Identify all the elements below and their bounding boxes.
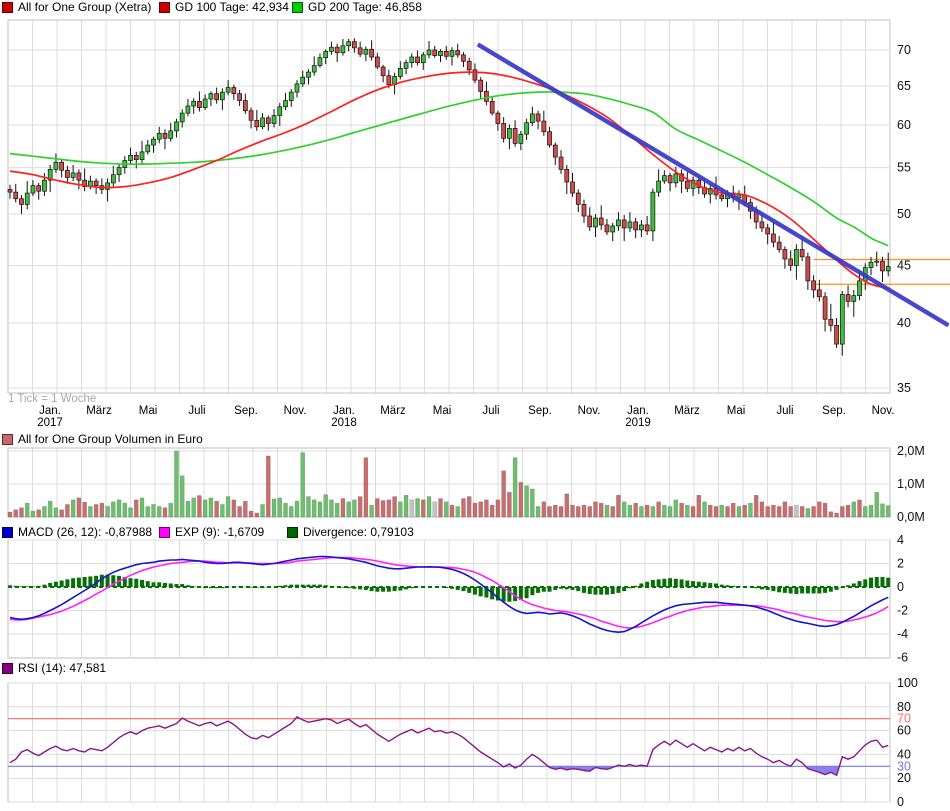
svg-text:Sep.: Sep. — [528, 405, 552, 417]
macd-axis-labels: 420-2-4-6 — [897, 533, 908, 665]
svg-text:Mai: Mai — [139, 405, 158, 417]
svg-text:40: 40 — [897, 316, 911, 330]
svg-text:Mai: Mai — [433, 405, 452, 417]
exp-label: EXP (9): -1,6709 — [175, 526, 264, 539]
price-series-swatch — [2, 2, 13, 13]
legend-item-macd: MACD (26, 12): -0,87988 — [2, 526, 152, 539]
svg-text:-4: -4 — [897, 627, 908, 641]
rsi-label: RSI (14): 47,581 — [18, 662, 106, 675]
divergence-label: Divergence: 0,79103 — [303, 526, 414, 539]
svg-text:2017: 2017 — [37, 417, 63, 429]
svg-text:0,0M: 0,0M — [897, 510, 925, 524]
legend-item-rsi: RSI (14): 47,581 — [2, 662, 106, 675]
svg-text:Sep.: Sep. — [234, 405, 258, 417]
svg-text:50: 50 — [897, 207, 911, 221]
svg-text:35: 35 — [897, 381, 911, 395]
chart-canvas: 70656055504540351 Tick = 1 WocheJan.2017… — [0, 0, 950, 811]
macd-swatch — [2, 527, 13, 538]
volume-axis-labels: 2,0M1,0M0,0M — [897, 444, 925, 524]
x-axis-labels: Jan.2017MärzMaiJuliSep.Nov.Jan.2018MärzM… — [37, 405, 894, 429]
macd-label: MACD (26, 12): -0,87988 — [18, 526, 152, 539]
svg-text:Jan.: Jan. — [627, 405, 649, 417]
svg-text:2: 2 — [897, 557, 904, 571]
stock-chart: All for One Group (Xetra) GD 100 Tage: 4… — [0, 0, 950, 811]
price-legend: All for One Group (Xetra) GD 100 Tage: 4… — [0, 1, 950, 15]
svg-text:März: März — [674, 405, 700, 417]
divergence-swatch — [287, 527, 298, 538]
gd200-label: GD 200 Tage: 46,858 — [308, 1, 422, 14]
rsi-grid — [8, 683, 890, 802]
svg-text:2018: 2018 — [331, 417, 357, 429]
macd-legend: MACD (26, 12): -0,87988 EXP (9): -1,6709… — [0, 526, 950, 540]
gd100-label: GD 100 Tage: 42,934 — [175, 1, 289, 14]
legend-item-gd200: GD 200 Tage: 46,858 — [292, 1, 422, 14]
svg-text:Juli: Juli — [482, 405, 499, 417]
svg-text:Nov.: Nov. — [872, 405, 895, 417]
svg-text:65: 65 — [897, 79, 911, 93]
svg-text:45: 45 — [897, 258, 911, 272]
price-axis-labels: 70 65 60 55 50 45 40 35 — [897, 43, 911, 395]
svg-text:-2: -2 — [897, 604, 908, 618]
price-series-label: All for One Group (Xetra) — [18, 1, 151, 14]
rsi-legend: RSI (14): 47,581 — [0, 662, 950, 676]
svg-text:Juli: Juli — [188, 405, 205, 417]
svg-text:0: 0 — [897, 580, 904, 594]
volume-label: All for One Group Volumen in Euro — [18, 433, 203, 446]
volume-legend: All for One Group Volumen in Euro — [0, 433, 950, 447]
svg-text:60: 60 — [897, 118, 911, 132]
svg-text:20: 20 — [897, 771, 911, 785]
svg-text:März: März — [380, 405, 406, 417]
svg-text:Nov.: Nov. — [578, 405, 601, 417]
exp-swatch — [159, 527, 170, 538]
svg-text:55: 55 — [897, 161, 911, 175]
price-grid — [8, 20, 890, 393]
svg-text:Nov.: Nov. — [284, 405, 307, 417]
svg-text:1 Tick = 1 Woche: 1 Tick = 1 Woche — [8, 393, 96, 405]
svg-text:Mai: Mai — [727, 405, 746, 417]
svg-text:2019: 2019 — [625, 417, 651, 429]
tick-note: 1 Tick = 1 Woche — [8, 393, 96, 405]
volume-swatch — [2, 434, 13, 445]
legend-item-volume: All for One Group Volumen in Euro — [2, 433, 203, 446]
svg-text:70: 70 — [897, 43, 911, 57]
svg-text:0: 0 — [897, 795, 904, 809]
legend-item-divergence: Divergence: 0,79103 — [287, 526, 414, 539]
svg-text:1,0M: 1,0M — [897, 477, 925, 491]
svg-text:Jan.: Jan. — [333, 405, 355, 417]
legend-item-price-series: All for One Group (Xetra) — [2, 1, 151, 14]
gd100-swatch — [159, 2, 170, 13]
gd200-swatch — [292, 2, 303, 13]
rsi-swatch — [2, 663, 13, 674]
rsi-axis-labels: 1008070604030200 — [897, 676, 918, 809]
svg-text:März: März — [86, 405, 112, 417]
svg-text:Juli: Juli — [776, 405, 793, 417]
svg-text:100: 100 — [897, 676, 918, 690]
svg-text:60: 60 — [897, 724, 911, 738]
svg-text:Sep.: Sep. — [822, 405, 846, 417]
macd-grid — [8, 540, 890, 658]
svg-text:Jan.: Jan. — [39, 405, 61, 417]
legend-item-exp: EXP (9): -1,6709 — [159, 526, 264, 539]
legend-item-gd100: GD 100 Tage: 42,934 — [159, 1, 289, 14]
